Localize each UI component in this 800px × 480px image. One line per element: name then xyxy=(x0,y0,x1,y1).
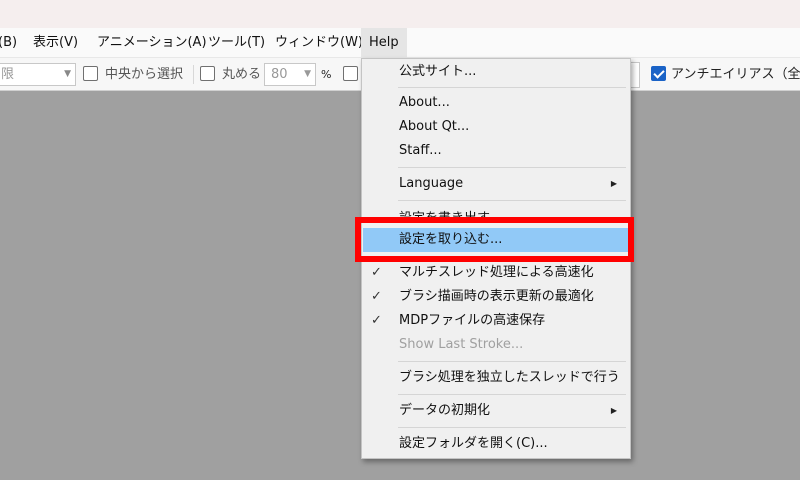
partial-checkbox[interactable] xyxy=(343,66,358,81)
menubar: (B) 表示(V) アニメーション(A) ツール(T) ウィンドウ(W) Hel… xyxy=(0,28,800,58)
menu-window[interactable]: ウィンドウ(W) xyxy=(275,28,363,58)
menu-item-reset-data[interactable]: データの初期化 ▶ xyxy=(363,399,629,423)
check-icon: ✓ xyxy=(371,265,382,280)
chevron-down-icon: ▼ xyxy=(64,69,71,79)
round-value-combo[interactable]: 80 ▼ xyxy=(264,63,316,86)
menu-item-brush-thread[interactable]: ブラシ処理を独立したスレッドで行う xyxy=(363,366,629,390)
submenu-arrow-icon: ▶ xyxy=(610,179,617,188)
toolbar-divider xyxy=(193,65,194,84)
menu-item-brush-display-optimize[interactable]: ✓ ブラシ描画時の表示更新の最適化 xyxy=(363,285,629,309)
round-value: 80 xyxy=(271,67,288,82)
menu-separator xyxy=(398,87,626,88)
menu-item-about-qt[interactable]: About Qt... xyxy=(363,115,629,139)
center-select-label: 中央から選択 xyxy=(105,67,184,82)
title-strip xyxy=(0,0,800,28)
annotation-highlight-box xyxy=(355,217,634,262)
partial-combo-value: 限 xyxy=(1,67,15,82)
menu-animation[interactable]: アニメーション(A) xyxy=(97,28,207,58)
round-checkbox[interactable] xyxy=(200,66,215,81)
percent-label: % xyxy=(321,68,332,81)
antialias-label: アンチエイリアス（全体 xyxy=(671,67,800,82)
menu-separator xyxy=(398,361,626,362)
menu-tools[interactable]: ツール(T) xyxy=(208,28,265,58)
chevron-down-icon: ▼ xyxy=(304,69,311,79)
menu-item-mdp-fast-save[interactable]: ✓ MDPファイルの高速保存 xyxy=(363,309,629,333)
antialias-checkbox[interactable] xyxy=(651,66,666,81)
menu-view[interactable]: 表示(V) xyxy=(33,28,78,58)
menu-item-show-last-stroke: Show Last Stroke... xyxy=(399,337,524,352)
submenu-arrow-icon: ▶ xyxy=(610,406,617,415)
round-label: 丸める xyxy=(222,67,262,82)
menu-separator xyxy=(398,200,626,201)
check-icon: ✓ xyxy=(371,313,382,328)
menu-item-open-settings-folder[interactable]: 設定フォルダを開く(C)... xyxy=(363,432,629,456)
menu-help[interactable]: Help xyxy=(361,28,407,58)
menu-separator xyxy=(398,427,626,428)
menu-separator xyxy=(398,394,626,395)
check-icon: ✓ xyxy=(371,289,382,304)
partial-combo[interactable]: 限 ▼ xyxy=(0,63,76,86)
center-select-checkbox[interactable] xyxy=(83,66,98,81)
menu-separator xyxy=(398,167,626,168)
menu-item-about[interactable]: About... xyxy=(363,91,629,115)
menu-item-staff[interactable]: Staff... xyxy=(363,139,629,163)
menu-item-multithread[interactable]: ✓ マルチスレッド処理による高速化 xyxy=(363,261,629,285)
menu-partial-b[interactable]: (B) xyxy=(0,28,17,58)
menu-item-official-site[interactable]: 公式サイト... xyxy=(363,60,629,84)
menu-item-language[interactable]: Language ▶ xyxy=(363,172,629,196)
